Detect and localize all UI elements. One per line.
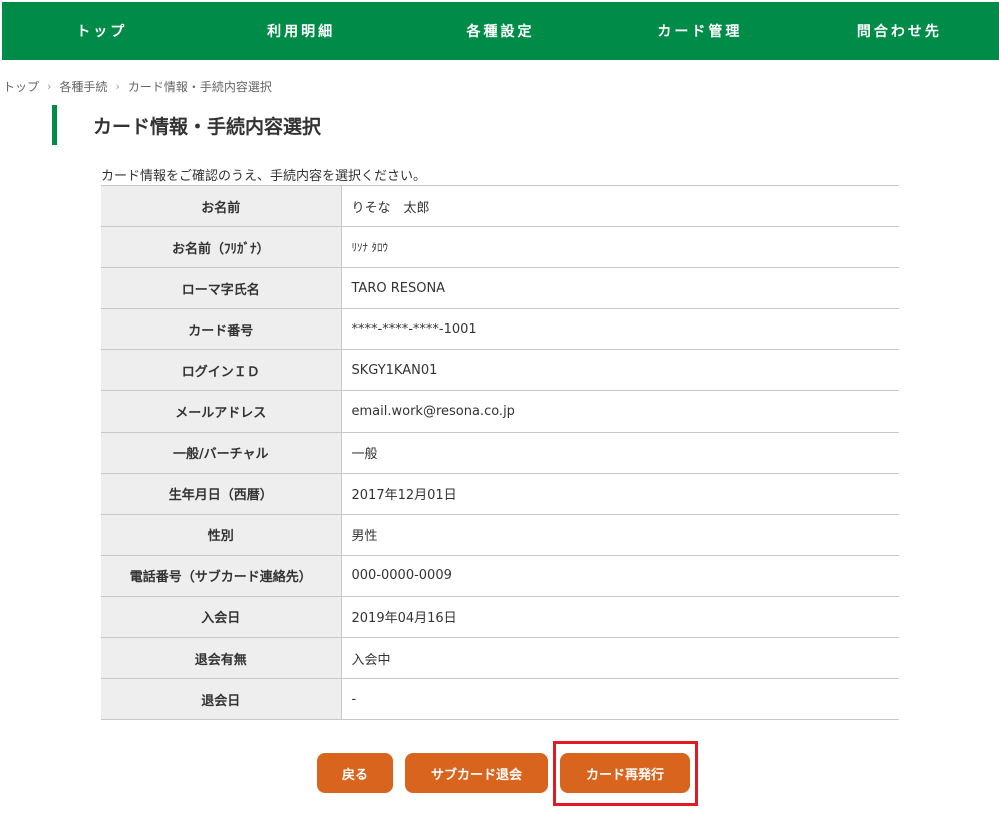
breadcrumb: トップ › 各種手続 › カード情報・手続内容選択	[3, 78, 272, 95]
nav-item-settings[interactable]: 各種設定	[401, 2, 600, 60]
top-nav: トップ 利用明細 各種設定 カード管理 問合わせ先	[2, 2, 999, 60]
table-row: 電話番号（サブカード連絡先） 000-0000-0009	[101, 555, 899, 597]
row-label-name: お名前	[101, 185, 341, 228]
nav-item-card-management[interactable]: カード管理	[600, 2, 799, 60]
row-value-phone: 000-0000-0009	[340, 555, 899, 597]
breadcrumb-procedures[interactable]: 各種手続	[59, 78, 107, 95]
card-reissue-button[interactable]: カード再発行	[560, 753, 690, 793]
row-label-romaji-name: ローマ字氏名	[101, 267, 341, 310]
nav-item-statement[interactable]: 利用明細	[201, 2, 400, 60]
table-row: 退会有無 入会中	[101, 637, 899, 680]
row-value-name-kana: ﾘｿﾅ ﾀﾛｳ	[340, 226, 899, 269]
table-row: 入会日 2019年04月16日	[101, 596, 899, 639]
row-label-withdrawal-date: 退会日	[101, 678, 341, 721]
row-value-login-id: SKGY1KAN01	[340, 349, 899, 392]
row-value-withdrawal-date: -	[340, 678, 899, 721]
table-row: 退会日 -	[101, 678, 899, 721]
nav-item-contact[interactable]: 問合わせ先	[800, 2, 999, 60]
row-label-card-number: カード番号	[101, 308, 341, 351]
table-row: 性別 男性	[101, 514, 899, 556]
row-value-join-date: 2019年04月16日	[340, 596, 899, 639]
row-label-gender: 性別	[101, 514, 341, 556]
row-value-gender: 男性	[340, 514, 899, 556]
page-title: カード情報・手続内容選択	[52, 105, 321, 145]
row-label-join-date: 入会日	[101, 596, 341, 639]
row-label-withdrawal-status: 退会有無	[101, 637, 341, 680]
table-row: 生年月日（西暦） 2017年12月01日	[101, 473, 899, 515]
instruction-text: カード情報をご確認のうえ、手続内容を選択ください。	[101, 169, 427, 184]
row-label-login-id: ログインＩＤ	[101, 349, 341, 392]
row-value-name: りそな 太郎	[340, 185, 899, 228]
table-row: 一般/バーチャル 一般	[101, 432, 899, 474]
table-row: お名前（ﾌﾘｶﾞﾅ） ﾘｿﾅ ﾀﾛｳ	[101, 226, 899, 269]
row-value-email: email.work@resona.co.jp	[340, 390, 899, 433]
table-row: お名前 りそな 太郎	[101, 185, 899, 228]
row-value-birthdate: 2017年12月01日	[340, 473, 899, 515]
table-row: メールアドレス email.work@resona.co.jp	[101, 390, 899, 433]
table-row: ローマ字氏名 TARO RESONA	[101, 267, 899, 310]
breadcrumb-current: カード情報・手続内容選択	[127, 80, 272, 94]
breadcrumb-top[interactable]: トップ	[3, 78, 39, 95]
breadcrumb-separator-icon: ›	[115, 80, 120, 93]
row-value-card-type: 一般	[340, 432, 899, 474]
row-value-card-number: ****-****-****-1001	[340, 308, 899, 351]
table-row: ログインＩＤ SKGY1KAN01	[101, 349, 899, 392]
row-label-birthdate: 生年月日（西暦）	[101, 473, 341, 515]
back-button[interactable]: 戻る	[317, 753, 393, 793]
row-label-email: メールアドレス	[101, 390, 341, 433]
breadcrumb-separator-icon: ›	[47, 80, 52, 93]
row-label-name-kana: お名前（ﾌﾘｶﾞﾅ）	[101, 226, 341, 269]
row-label-card-type: 一般/バーチャル	[101, 432, 341, 474]
table-row: カード番号 ****-****-****-1001	[101, 308, 899, 351]
row-label-phone: 電話番号（サブカード連絡先）	[101, 555, 341, 597]
sub-card-withdraw-button[interactable]: サブカード退会	[405, 753, 548, 793]
card-info-table: お名前 りそな 太郎 お名前（ﾌﾘｶﾞﾅ） ﾘｿﾅ ﾀﾛｳ ローマ字氏名 TAR…	[101, 185, 899, 721]
row-value-withdrawal-status: 入会中	[340, 637, 899, 680]
row-value-romaji-name: TARO RESONA	[340, 267, 899, 310]
nav-item-top[interactable]: トップ	[2, 2, 201, 60]
